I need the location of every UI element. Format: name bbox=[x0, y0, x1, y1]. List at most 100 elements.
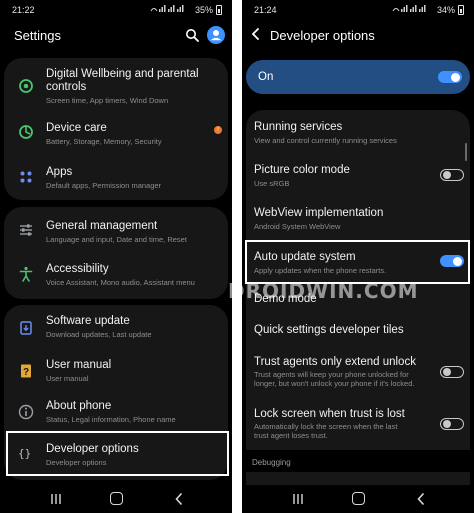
option-webview-implementation[interactable]: WebView implementation Android System We… bbox=[246, 200, 470, 240]
option-title: Running services bbox=[254, 121, 343, 133]
option-subtitle: Android System WebView bbox=[254, 222, 341, 231]
option-title: Demo mode bbox=[254, 293, 317, 305]
settings-item-title: Accessibility bbox=[46, 263, 109, 275]
settings-item-accessibility[interactable]: Accessibility Voice Assistant, Mono audi… bbox=[4, 253, 228, 297]
status-bar: 21:22 35% bbox=[0, 0, 232, 20]
battery-status: 34% bbox=[437, 5, 464, 15]
recents-icon[interactable] bbox=[50, 493, 62, 505]
trust-agents-toggle[interactable] bbox=[440, 366, 464, 378]
option-trust-agents-extend-unlock[interactable]: Trust agents only extend unlock Trust ag… bbox=[246, 350, 470, 398]
status-time: 21:24 bbox=[254, 5, 277, 15]
option-title: WebView implementation bbox=[254, 207, 384, 219]
section-header-debugging: Debugging bbox=[252, 458, 291, 467]
home-icon[interactable] bbox=[110, 492, 123, 505]
debugging-card bbox=[246, 472, 470, 486]
option-subtitle: Automatically lock the screen when the l… bbox=[254, 422, 398, 431]
back-arrow-icon[interactable] bbox=[249, 27, 263, 41]
settings-item-digital-wellbeing[interactable]: Digital Wellbeing and parental controls … bbox=[4, 58, 228, 108]
settings-item-subtitle: Download updates, Last update bbox=[46, 330, 152, 339]
developer-options-list: Running services View and control curren… bbox=[246, 110, 470, 485]
option-title: Trust agents only extend unlock bbox=[254, 356, 416, 368]
settings-item-title: Software update bbox=[46, 315, 130, 327]
status-time: 21:22 bbox=[12, 5, 35, 15]
option-subtitle: View and control currently running servi… bbox=[254, 136, 397, 145]
back-icon[interactable] bbox=[174, 492, 184, 506]
settings-item-title: Digital Wellbeing and parental bbox=[46, 68, 199, 80]
settings-item-subtitle: Status, Legal information, Phone name bbox=[46, 415, 176, 424]
option-subtitle-line2: longer, but won't unlock your phone if i… bbox=[254, 379, 415, 388]
developer-options-highlight bbox=[6, 431, 229, 476]
settings-card-1: Digital Wellbeing and parental controls … bbox=[4, 58, 228, 200]
option-picture-color-mode[interactable]: Picture color mode Use sRGB bbox=[246, 156, 470, 196]
battery-status: 35% bbox=[195, 5, 222, 15]
svg-text:?: ? bbox=[23, 367, 29, 378]
app-bar: Settings bbox=[0, 20, 232, 52]
option-subtitle: Trust agents will keep your phone unlock… bbox=[254, 370, 409, 379]
software-update-icon bbox=[20, 321, 32, 335]
option-running-services[interactable]: Running services View and control curren… bbox=[246, 110, 470, 150]
battery-icon bbox=[216, 5, 222, 15]
settings-item-title-line2: controls bbox=[46, 81, 87, 93]
status-icons bbox=[150, 4, 184, 13]
developer-options-master-switch[interactable]: On bbox=[246, 60, 470, 94]
accessibility-icon bbox=[19, 266, 33, 282]
apps-icon bbox=[20, 171, 32, 183]
battery-percent: 35% bbox=[194, 5, 213, 15]
status-icons bbox=[392, 4, 426, 13]
settings-item-subtitle: Default apps, Permission manager bbox=[46, 181, 162, 190]
option-title: Lock screen when trust is lost bbox=[254, 408, 405, 420]
option-lock-screen-trust-lost[interactable]: Lock screen when trust is lost Automatic… bbox=[246, 402, 470, 450]
recents-icon[interactable] bbox=[292, 493, 304, 505]
settings-screen: 21:22 35% Settings Digital Wellbeing and… bbox=[0, 0, 232, 513]
option-demo-mode[interactable]: Demo mode bbox=[246, 286, 470, 316]
option-subtitle-line2: trust agent loses trust. bbox=[254, 431, 328, 440]
signal-icons bbox=[150, 5, 184, 12]
settings-item-title: User manual bbox=[46, 359, 112, 371]
notification-badge: ! bbox=[214, 126, 222, 134]
status-bar: 21:24 34% bbox=[242, 0, 474, 20]
settings-item-about-phone[interactable]: About phone Status, Legal information, P… bbox=[4, 391, 228, 431]
signal-icons bbox=[392, 5, 426, 12]
app-bar: Developer options bbox=[242, 20, 474, 52]
settings-item-apps[interactable]: Apps Default apps, Permission manager bbox=[4, 156, 228, 198]
about-phone-icon bbox=[18, 404, 34, 420]
battery-percent: 34% bbox=[436, 5, 455, 15]
option-title: Picture color mode bbox=[254, 164, 350, 176]
settings-item-user-manual[interactable]: ? User manual User manual bbox=[4, 349, 228, 389]
settings-item-subtitle: Voice Assistant, Mono audio, Assistant m… bbox=[46, 278, 195, 287]
back-icon[interactable] bbox=[416, 492, 426, 506]
settings-item-title: Device care bbox=[46, 122, 107, 134]
master-toggle[interactable] bbox=[438, 71, 462, 83]
settings-item-title: Apps bbox=[46, 166, 73, 178]
developer-options-screen: 21:24 34% Developer options On Running s… bbox=[242, 0, 474, 513]
master-switch-label: On bbox=[258, 71, 274, 83]
settings-item-software-update[interactable]: Software update Download updates, Last u… bbox=[4, 305, 228, 347]
auto-update-highlight bbox=[245, 240, 470, 284]
settings-item-subtitle: Battery, Storage, Memory, Security bbox=[46, 137, 162, 146]
settings-item-device-care[interactable]: Device care Battery, Storage, Memory, Se… bbox=[4, 110, 228, 154]
search-icon[interactable] bbox=[185, 28, 199, 42]
picture-color-mode-toggle[interactable] bbox=[440, 169, 464, 181]
settings-item-subtitle: User manual bbox=[46, 374, 89, 383]
settings-card-2: General management Language and input, D… bbox=[4, 207, 228, 299]
settings-item-subtitle: Language and input, Date and time, Reset bbox=[46, 235, 187, 244]
user-manual-icon: ? bbox=[21, 364, 31, 378]
option-title: Quick settings developer tiles bbox=[254, 324, 404, 336]
lock-screen-trust-toggle[interactable] bbox=[440, 418, 464, 430]
settings-item-title: General management bbox=[46, 220, 158, 232]
page-title: Developer options bbox=[270, 28, 375, 43]
settings-item-subtitle: Screen time, App timers, Wind Down bbox=[46, 96, 169, 105]
home-icon[interactable] bbox=[352, 492, 365, 505]
account-icon[interactable] bbox=[207, 26, 225, 44]
page-title: Settings bbox=[14, 28, 61, 43]
general-management-icon bbox=[20, 224, 32, 236]
wellbeing-icon bbox=[19, 79, 33, 93]
navigation-bar bbox=[242, 485, 474, 513]
option-subtitle: Use sRGB bbox=[254, 179, 290, 188]
device-care-icon bbox=[19, 125, 33, 139]
scrollbar[interactable] bbox=[465, 143, 467, 161]
option-quick-settings-tiles[interactable]: Quick settings developer tiles bbox=[246, 316, 470, 346]
navigation-bar bbox=[0, 485, 232, 513]
battery-icon bbox=[458, 5, 464, 15]
settings-item-general-management[interactable]: General management Language and input, D… bbox=[4, 207, 228, 253]
